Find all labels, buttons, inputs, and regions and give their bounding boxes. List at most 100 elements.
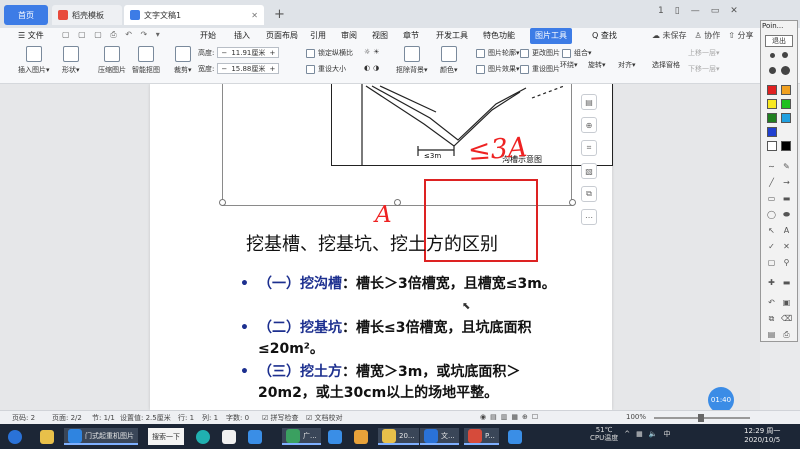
filled-ellipse-icon[interactable]: ⬬ bbox=[781, 209, 792, 220]
filled-rect-icon[interactable]: ▬ bbox=[781, 193, 792, 204]
shape-button[interactable]: 形状▾ bbox=[62, 46, 80, 75]
rectangle-tool-icon[interactable]: ▭ bbox=[766, 193, 777, 204]
taskbar-item-ie[interactable]: 门式起重机图片 bbox=[64, 428, 138, 445]
exit-button[interactable]: 退出 bbox=[765, 35, 793, 47]
crop-tool-icon[interactable]: ⌗ bbox=[581, 140, 597, 156]
ellipse-tool-icon[interactable]: ◯ bbox=[766, 209, 777, 220]
pen-size-medium[interactable] bbox=[782, 52, 788, 58]
bring-forward-button[interactable]: 上移一层▾ bbox=[688, 48, 720, 58]
compress-picture-button[interactable]: 压缩图片 bbox=[98, 46, 126, 75]
color-swatch-yellow[interactable] bbox=[767, 99, 777, 109]
smart-cutout-button[interactable]: 智能抠图 bbox=[132, 46, 160, 75]
width-plus[interactable]: + bbox=[269, 65, 275, 73]
color-swatch-white[interactable] bbox=[767, 141, 777, 151]
taskbar-item-guang[interactable]: 广... bbox=[282, 428, 321, 445]
line-tool-icon[interactable]: ╱ bbox=[766, 177, 777, 188]
taskbar-item-20[interactable]: 20... bbox=[378, 428, 419, 445]
menu-search[interactable]: Q 查找 bbox=[592, 30, 617, 41]
menu-file[interactable]: ☰ 文件 bbox=[18, 30, 44, 41]
select-box-icon[interactable]: ▢ bbox=[766, 257, 777, 268]
resize-handle[interactable] bbox=[219, 199, 226, 206]
send-backward-button[interactable]: 下移一层▾ bbox=[688, 64, 720, 74]
change-picture-button[interactable]: 更改图片 bbox=[520, 48, 560, 58]
maximize-icon[interactable]: ▭ bbox=[711, 6, 720, 16]
taskbar-item-p[interactable]: P... bbox=[464, 428, 499, 445]
layout-options-icon[interactable]: ▤ bbox=[581, 94, 597, 110]
layout-icon[interactable]: ▯ bbox=[675, 6, 680, 16]
reset-size-button[interactable]: 重设大小 bbox=[306, 64, 346, 74]
pen-size-large[interactable] bbox=[769, 67, 776, 74]
resize-handle[interactable] bbox=[569, 199, 576, 206]
text-tool-icon[interactable]: A bbox=[781, 225, 792, 236]
menu-developer[interactable]: 开发工具 bbox=[436, 30, 468, 41]
curve-pen-icon[interactable]: ∼ bbox=[766, 161, 777, 172]
align-button[interactable]: 对齐▾ bbox=[618, 60, 636, 70]
undo-icon[interactable]: ↶ bbox=[766, 297, 777, 308]
tab-template[interactable]: 稻壳模板 bbox=[52, 5, 122, 25]
menu-picture-tools[interactable]: 图片工具 bbox=[530, 28, 572, 44]
pen-size-xlarge[interactable] bbox=[781, 66, 790, 75]
color-swatch-cyan[interactable] bbox=[781, 113, 791, 123]
zoom-icon[interactable]: ⊕ bbox=[581, 117, 597, 133]
menu-references[interactable]: 引用 bbox=[310, 30, 326, 41]
print-icon[interactable]: ⎙ bbox=[781, 329, 792, 340]
taskbar-item-app1[interactable] bbox=[196, 428, 213, 445]
more-options-icon[interactable]: ⋯ bbox=[581, 209, 597, 225]
clear-background-button[interactable]: 抠除背景▾ bbox=[396, 46, 428, 75]
status-section[interactable]: 节: 1/1 bbox=[92, 413, 115, 423]
height-minus[interactable]: − bbox=[221, 49, 227, 57]
taskbar-item-app4[interactable] bbox=[354, 428, 371, 445]
color-swatch-blue[interactable] bbox=[767, 127, 777, 137]
color-swatch-red[interactable] bbox=[767, 85, 777, 95]
spell-check-toggle[interactable]: ☑ 拼写检查 bbox=[262, 413, 299, 423]
doc-proof-toggle[interactable]: ☑ 文档校对 bbox=[306, 413, 343, 423]
color-swatch-green[interactable] bbox=[781, 99, 791, 109]
volume-icon[interactable]: 🔈 bbox=[649, 430, 658, 438]
selection-pane-button[interactable]: 选择窗格 bbox=[652, 60, 680, 70]
cpu-temperature[interactable]: 51℃ CPU温度 bbox=[590, 426, 618, 442]
taskbar-item-app5[interactable] bbox=[508, 428, 525, 445]
menu-insert[interactable]: 插入 bbox=[234, 30, 250, 41]
picture-edit-icon[interactable]: ▧ bbox=[581, 163, 597, 179]
save-icon[interactable]: ▤ bbox=[766, 329, 777, 340]
rotate-button[interactable]: 旋转▾ bbox=[588, 60, 606, 70]
menu-chapter[interactable]: 章节 bbox=[403, 30, 419, 41]
account-count[interactable]: 1 bbox=[658, 6, 664, 16]
ime-icon[interactable]: 中 bbox=[663, 429, 670, 439]
menu-view[interactable]: 视图 bbox=[372, 30, 388, 41]
menu-review[interactable]: 审阅 bbox=[341, 30, 357, 41]
unsaved-status[interactable]: ☁ 未保存 bbox=[652, 30, 687, 41]
menu-special[interactable]: 特色功能 bbox=[483, 30, 515, 41]
share-button[interactable]: ⇧ 分享 bbox=[728, 30, 753, 41]
status-col[interactable]: 列: 1 bbox=[202, 413, 218, 423]
menu-page-layout[interactable]: 页面布局 bbox=[266, 30, 298, 41]
pointer-tool-icon[interactable]: ↖ bbox=[766, 225, 777, 236]
zoom-plus-icon[interactable]: ✚ bbox=[766, 277, 777, 288]
status-row[interactable]: 行: 1 bbox=[178, 413, 194, 423]
close-window-icon[interactable]: ✕ bbox=[730, 6, 738, 16]
cross-mark-icon[interactable]: ✕ bbox=[781, 241, 792, 252]
search-box[interactable]: 搜索一下 bbox=[148, 428, 184, 445]
menu-start[interactable]: 开始 bbox=[200, 30, 216, 41]
status-setting[interactable]: 设置值: 2.5厘米 bbox=[120, 413, 171, 423]
resize-handle[interactable] bbox=[394, 199, 401, 206]
quick-access-icons[interactable]: ▢ ▢ ▢ ⎙ ↶ ↷ ▾ bbox=[62, 30, 163, 40]
collaborate-button[interactable]: ♙ 协作 bbox=[695, 30, 721, 41]
copy-screen-icon[interactable]: ⧉ bbox=[766, 313, 777, 324]
taskbar-item-app3[interactable] bbox=[248, 428, 265, 445]
brightness-icons[interactable]: ☼ ☀ bbox=[364, 48, 380, 56]
picture-outline-button[interactable]: 图片轮廓▾ bbox=[476, 48, 520, 58]
color-swatch-orange[interactable] bbox=[781, 85, 791, 95]
magnifier-icon[interactable]: ⚲ bbox=[781, 257, 792, 268]
color-button[interactable]: 颜色▾ bbox=[440, 46, 458, 75]
crop-button[interactable]: 裁剪▾ bbox=[174, 46, 192, 75]
reset-picture-button[interactable]: 重设图片 bbox=[520, 64, 560, 74]
zoom-slider-thumb[interactable] bbox=[698, 414, 704, 422]
combine-button[interactable]: 组合▾ bbox=[562, 48, 592, 58]
zoom-minus-icon[interactable]: ▬ bbox=[781, 277, 792, 288]
new-tab-button[interactable]: + bbox=[274, 7, 285, 22]
lock-ratio-checkbox[interactable]: 锁定纵横比 bbox=[306, 48, 353, 58]
contrast-icons[interactable]: ◐ ◑ bbox=[364, 64, 379, 72]
color-swatch-darkgreen[interactable] bbox=[767, 113, 777, 123]
arrow-tool-icon[interactable]: → bbox=[781, 177, 792, 188]
